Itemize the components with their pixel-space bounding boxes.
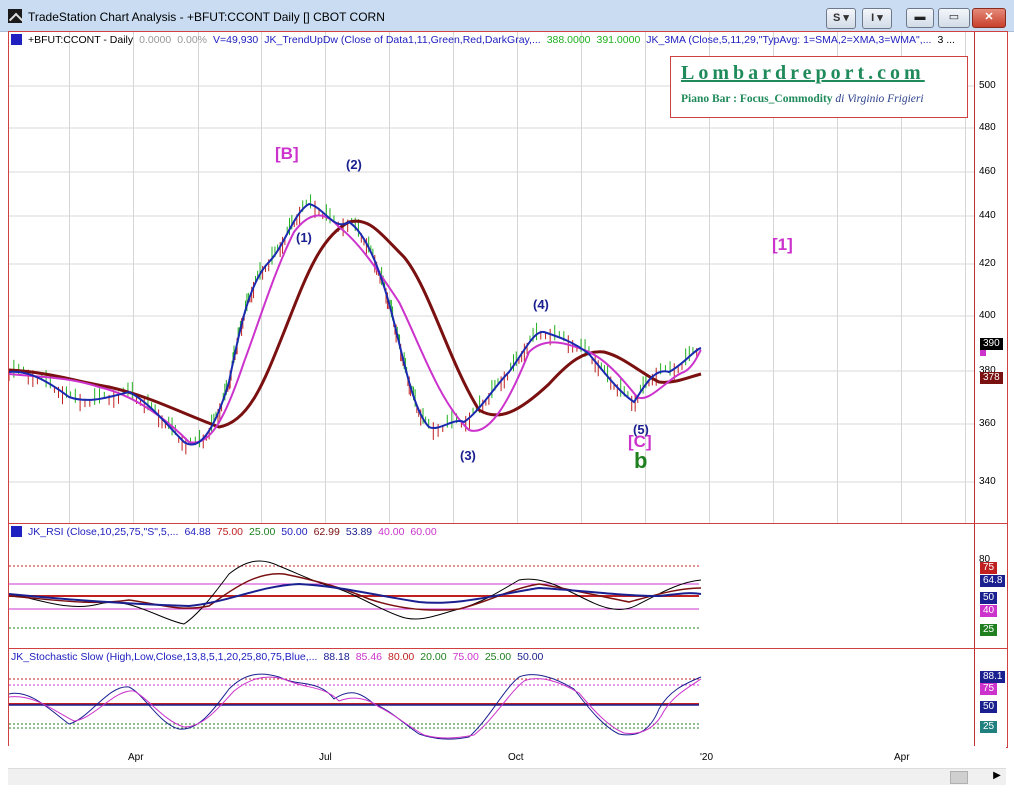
stoch-label-50: 50 <box>980 701 998 713</box>
scroll-right-arrow-icon[interactable]: ▶ <box>990 770 1004 783</box>
logo-subtitle-text: Piano Bar : Focus_Commodity <box>681 93 833 105</box>
rsi-ob: 75.00 <box>216 526 244 538</box>
ma-value: 3 ... <box>937 34 955 46</box>
y-tick: 360 <box>979 418 996 429</box>
slow-ma-label: 378 <box>980 372 1003 384</box>
scroll-thumb[interactable] <box>950 771 968 784</box>
wave-label-3: (3) <box>460 448 476 463</box>
wave-label-4: (4) <box>533 297 549 312</box>
y-tick: 440 <box>979 210 996 221</box>
rsi-label-75: 75 <box>980 562 998 574</box>
mid-ma-marker <box>980 350 986 356</box>
trend-value-1: 388.0000 <box>546 34 591 46</box>
x-tick: Jul <box>319 752 332 763</box>
logo-title: Lombardreport.com <box>681 62 925 84</box>
rsi-lower: 40.00 <box>378 526 405 538</box>
stochastic-pane[interactable]: JK_Stochastic Slow (High,Low,Close,13,8,… <box>8 648 1008 748</box>
y-tick: 460 <box>979 166 996 177</box>
y-tick: 500 <box>979 80 996 91</box>
stoch-k: 88.18 <box>323 651 350 663</box>
stoch-d: 85.46 <box>355 651 382 663</box>
stoch-mid: 50.00 <box>517 651 544 663</box>
rsi-upper: 60.00 <box>410 526 437 538</box>
lombardreport-logo: Lombardreport.com Piano Bar : Focus_Comm… <box>670 56 968 118</box>
rsi-value: 64.88 <box>184 526 211 538</box>
stoch-label-value: 88.1 <box>980 671 1006 683</box>
last-price-label: 390 <box>980 338 1003 350</box>
maximize-button[interactable]: ▭ <box>938 8 970 28</box>
wave-label-2: (2) <box>346 157 362 172</box>
stoch-ob: 80.00 <box>388 651 415 663</box>
rsi-study-label: JK_RSI (Close,10,25,75,"S",5,... <box>28 526 179 538</box>
price-pane[interactable]: +BFUT:CCONT - Daily 0.0000 0.00% V=49,930 JK… <box>8 31 1008 525</box>
stochastic-chart <box>9 673 702 740</box>
ma-study-label: JK_3MA (Close,5,11,29,"TypAvg: 1=SMA,2=X… <box>646 34 932 46</box>
horizontal-scrollbar[interactable]: ▶ <box>8 768 1006 785</box>
symbol-label: +BFUT:CCONT - Daily <box>28 34 134 46</box>
logo-author: di Virginio Frigieri <box>835 93 924 105</box>
x-axis: Apr Jul Oct '20 Apr <box>8 746 1006 768</box>
title-bar: TradeStation Chart Analysis - +BFUT:CCON… <box>0 0 1014 32</box>
logo-subtitle: Piano Bar : Focus_Commodity di Virginio … <box>681 93 924 105</box>
stoch-upper: 75.00 <box>452 651 479 663</box>
rsi-label-value: 64.8 <box>980 575 1006 587</box>
pane-pin-icon <box>11 526 22 537</box>
wave-label-1-major: [1] <box>772 235 793 254</box>
y-tick: 480 <box>979 122 996 133</box>
trend-study-label: JK_TrendUpDw (Close of Data1,11,Green,Re… <box>264 34 541 46</box>
x-tick: Oct <box>508 752 524 763</box>
rsi-avg1: 62.99 <box>313 526 340 538</box>
rsi-mid: 50.00 <box>281 526 308 538</box>
wave-label-b-minor: b <box>634 448 648 473</box>
pane-pin-icon <box>11 34 22 45</box>
x-tick: Apr <box>894 752 910 763</box>
s-menu-button[interactable]: S ▾ <box>826 8 856 29</box>
i-menu-button[interactable]: I ▾ <box>862 8 892 29</box>
y-tick: 420 <box>979 258 996 269</box>
wave-label-1: (1) <box>296 230 312 245</box>
rsi-os: 25.00 <box>249 526 276 538</box>
rsi-avg2: 53.89 <box>345 526 373 538</box>
rsi-label-50: 50 <box>980 592 998 604</box>
close-button[interactable]: ✕ <box>972 8 1006 28</box>
change-pct: 0.00% <box>177 34 208 46</box>
app-icon <box>8 9 22 23</box>
x-tick: Apr <box>128 752 144 763</box>
rsi-label-25: 25 <box>980 624 998 636</box>
rsi-header: JK_RSI (Close,10,25,75,"S",5,... 64.88 75.… <box>11 526 443 538</box>
volume-label: V=49,930 <box>213 34 259 46</box>
stoch-label-25: 25 <box>980 721 998 733</box>
trend-value-2: 391.0000 <box>596 34 641 46</box>
stoch-lower: 25.00 <box>484 651 512 663</box>
price-pane-header: +BFUT:CCONT - Daily 0.0000 0.00% V=49,930 JK… <box>11 34 961 46</box>
stochastic-header: JK_Stochastic Slow (High,Low,Close,13,8,… <box>11 651 549 663</box>
stoch-label-75: 75 <box>980 683 998 695</box>
rsi-pane[interactable]: JK_RSI (Close,10,25,75,"S",5,... 64.88 75.… <box>8 523 1008 649</box>
y-tick: 400 <box>979 310 996 321</box>
change-value: 0.0000 <box>139 34 172 46</box>
fast-ma-line <box>9 202 702 446</box>
minimize-button[interactable]: ▬ <box>906 8 934 28</box>
window-title: TradeStation Chart Analysis - +BFUT:CCON… <box>28 10 385 24</box>
rsi-chart <box>9 560 702 629</box>
stoch-study-label: JK_Stochastic Slow (High,Low,Close,13,8,… <box>11 651 318 663</box>
mid-ma-line <box>9 214 702 444</box>
rsi-label-40: 40 <box>980 605 998 617</box>
stoch-os: 20.00 <box>420 651 447 663</box>
wave-label-b-major: [B] <box>275 144 299 163</box>
y-tick: 340 <box>979 476 996 487</box>
x-tick: '20 <box>700 752 714 763</box>
